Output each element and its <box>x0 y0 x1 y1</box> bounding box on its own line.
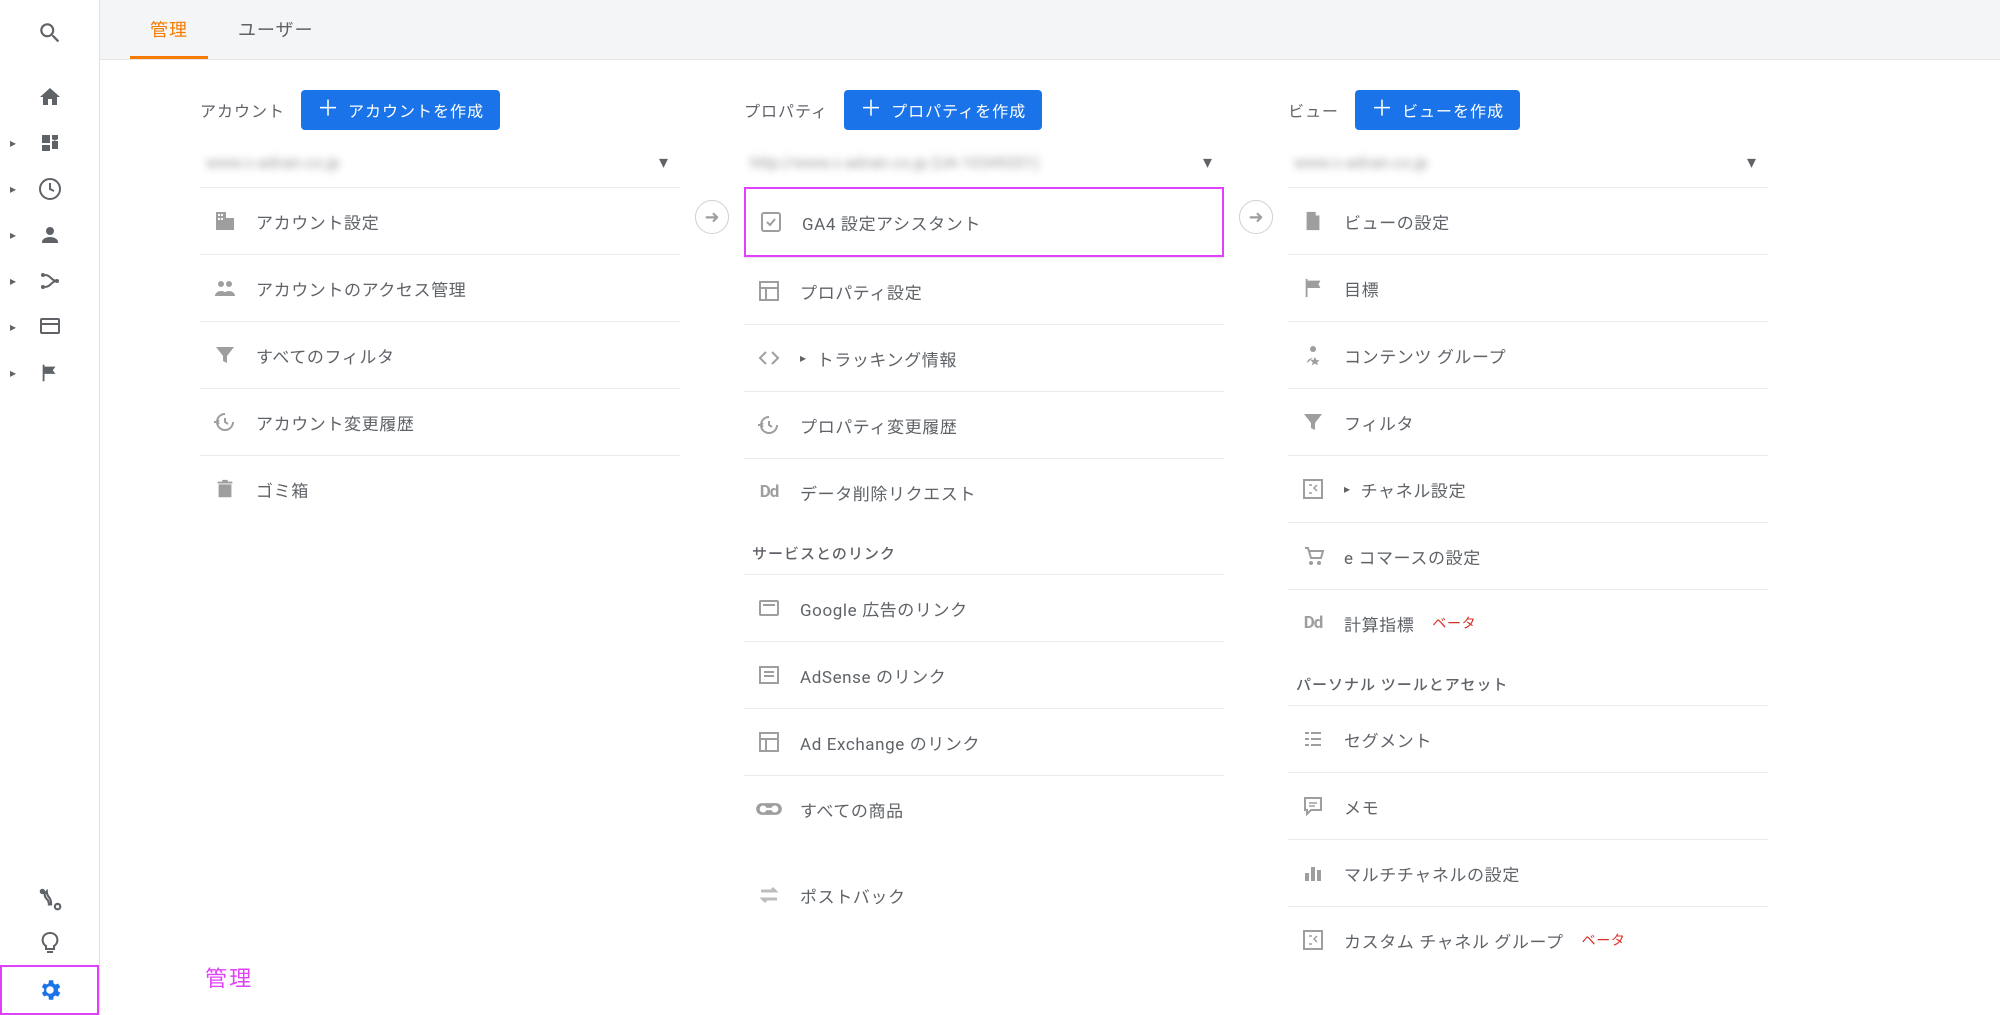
arrow-right-icon[interactable]: ➜ <box>1239 200 1273 234</box>
column-arrow-1: ➜ <box>680 90 744 1015</box>
admin-callout-label: 管理 <box>205 961 253 993</box>
channel-icon <box>1298 925 1328 955</box>
property-ga4-assistant[interactable]: GA4 設定アシスタント <box>744 187 1224 257</box>
property-selector[interactable]: http://www.c-advan.co.jp (UA-10349201) ▾ <box>744 144 1224 181</box>
layout-icon <box>754 727 784 757</box>
nav-acquisition[interactable]: ▸ <box>0 258 99 304</box>
account-trash[interactable]: ゴミ箱 <box>200 455 680 522</box>
account-selector[interactable]: www.c-advan.co.jp ▾ <box>200 144 680 181</box>
segment-icon <box>1298 724 1328 754</box>
file-icon <box>1298 206 1328 236</box>
property-link-gads[interactable]: Google 広告のリンク <box>744 574 1224 641</box>
view-memo[interactable]: メモ <box>1288 772 1768 839</box>
account-history[interactable]: アカウント変更履歴 <box>200 388 680 455</box>
view-custom-channel[interactable]: カスタム チャネル グループベータ <box>1288 906 1768 973</box>
nav-conversion[interactable]: ▸ <box>0 350 99 396</box>
column-account: アカウント ＋アカウントを作成 www.c-advan.co.jp ▾ アカウン… <box>200 90 680 1015</box>
trash-icon <box>210 474 240 504</box>
bars-icon <box>1298 858 1328 888</box>
create-account-button[interactable]: ＋アカウントを作成 <box>301 90 500 130</box>
view-title: ビュー <box>1288 98 1339 122</box>
property-postback[interactable]: ポストバック <box>744 862 1224 928</box>
dd-icon: Dd <box>1298 608 1328 638</box>
nav-admin[interactable] <box>0 965 99 1015</box>
dd-icon: Dd <box>754 477 784 507</box>
column-arrow-2: ➜ <box>1224 90 1288 1015</box>
nav-customization[interactable]: ▸ + <box>0 120 99 166</box>
chevron-down-icon: ▾ <box>659 152 668 173</box>
property-settings[interactable]: プロパティ設定 <box>744 257 1224 324</box>
view-channel[interactable]: ▸チャネル設定 <box>1288 455 1768 522</box>
history-icon <box>210 407 240 437</box>
column-property: プロパティ ＋プロパティを作成 http://www.c-advan.co.jp… <box>744 90 1224 1015</box>
account-filters[interactable]: すべてのフィルタ <box>200 321 680 388</box>
admin-content: アカウント ＋アカウントを作成 www.c-advan.co.jp ▾ アカウン… <box>100 60 2000 1015</box>
arrow-right-icon[interactable]: ➜ <box>695 200 729 234</box>
account-settings[interactable]: アカウント設定 <box>200 187 680 254</box>
tab-admin[interactable]: 管理 <box>130 0 208 59</box>
view-calc-metrics[interactable]: Dd 計算指標ベータ <box>1288 589 1768 656</box>
top-tabs: 管理 ユーザー <box>100 0 2000 60</box>
account-title: アカウント <box>200 98 285 122</box>
view-multichannel[interactable]: マルチチャネルの設定 <box>1288 839 1768 906</box>
chevron-down-icon: ▾ <box>1747 152 1756 173</box>
tab-user[interactable]: ユーザー <box>218 0 334 59</box>
expand-icon: ▸ <box>1344 482 1351 496</box>
cart-icon <box>1298 541 1328 571</box>
layout-icon <box>754 276 784 306</box>
nav-audience[interactable]: ▸ <box>0 212 99 258</box>
code-icon <box>754 343 784 373</box>
view-ecommerce[interactable]: e コマースの設定 <box>1288 522 1768 589</box>
view-personal-title: パーソナル ツールとアセット <box>1288 656 1768 705</box>
property-data-delete[interactable]: Dd データ削除リクエスト <box>744 458 1224 525</box>
nav-discover[interactable] <box>0 921 99 965</box>
search-icon[interactable] <box>37 20 63 46</box>
property-service-link-title: サービスとのリンク <box>744 525 1224 574</box>
view-goals[interactable]: 目標 <box>1288 254 1768 321</box>
nav-home[interactable] <box>0 74 99 120</box>
column-view: ビュー ＋ビューを作成 www.c-advan.co.jp ▾ ビューの設定 目… <box>1288 90 1768 1015</box>
building-icon <box>210 206 240 236</box>
left-sidebar: ▸ + ▸ ▸ ▸ ▸ ▸ <box>0 0 100 1015</box>
box-icon <box>754 593 784 623</box>
view-settings[interactable]: ビューの設定 <box>1288 187 1768 254</box>
view-filters[interactable]: フィルタ <box>1288 388 1768 455</box>
filter-icon <box>210 340 240 370</box>
exchange-icon <box>754 880 784 910</box>
nav-attribution[interactable] <box>0 877 99 921</box>
create-view-button[interactable]: ＋ビューを作成 <box>1355 90 1520 130</box>
view-content-groups[interactable]: コンテンツ グループ <box>1288 321 1768 388</box>
history-icon <box>754 410 784 440</box>
view-segments[interactable]: セグメント <box>1288 705 1768 772</box>
flag-icon <box>1298 273 1328 303</box>
list-icon <box>754 660 784 690</box>
property-link-all-products[interactable]: すべての商品 <box>744 775 1224 842</box>
people-icon <box>210 273 240 303</box>
expand-icon: ▸ <box>800 351 807 365</box>
channel-icon <box>1298 474 1328 504</box>
property-history[interactable]: プロパティ変更履歴 <box>744 391 1224 458</box>
person-star-icon <box>1298 340 1328 370</box>
nav-realtime[interactable]: ▸ <box>0 166 99 212</box>
link-icon <box>754 794 784 824</box>
chat-icon <box>1298 791 1328 821</box>
filter-icon <box>1298 407 1328 437</box>
beta-label: ベータ <box>1582 930 1626 950</box>
property-link-adsense[interactable]: AdSense のリンク <box>744 641 1224 708</box>
chevron-down-icon: ▾ <box>1203 152 1212 173</box>
property-link-adx[interactable]: Ad Exchange のリンク <box>744 708 1224 775</box>
view-selector[interactable]: www.c-advan.co.jp ▾ <box>1288 144 1768 181</box>
svg-text:+: + <box>52 135 58 146</box>
property-title: プロパティ <box>744 98 828 122</box>
assistant-icon <box>756 207 786 237</box>
property-tracking[interactable]: ▸トラッキング情報 <box>744 324 1224 391</box>
nav-behavior[interactable]: ▸ <box>0 304 99 350</box>
beta-label: ベータ <box>1432 613 1476 633</box>
create-property-button[interactable]: ＋プロパティを作成 <box>844 90 1042 130</box>
account-access[interactable]: アカウントのアクセス管理 <box>200 254 680 321</box>
